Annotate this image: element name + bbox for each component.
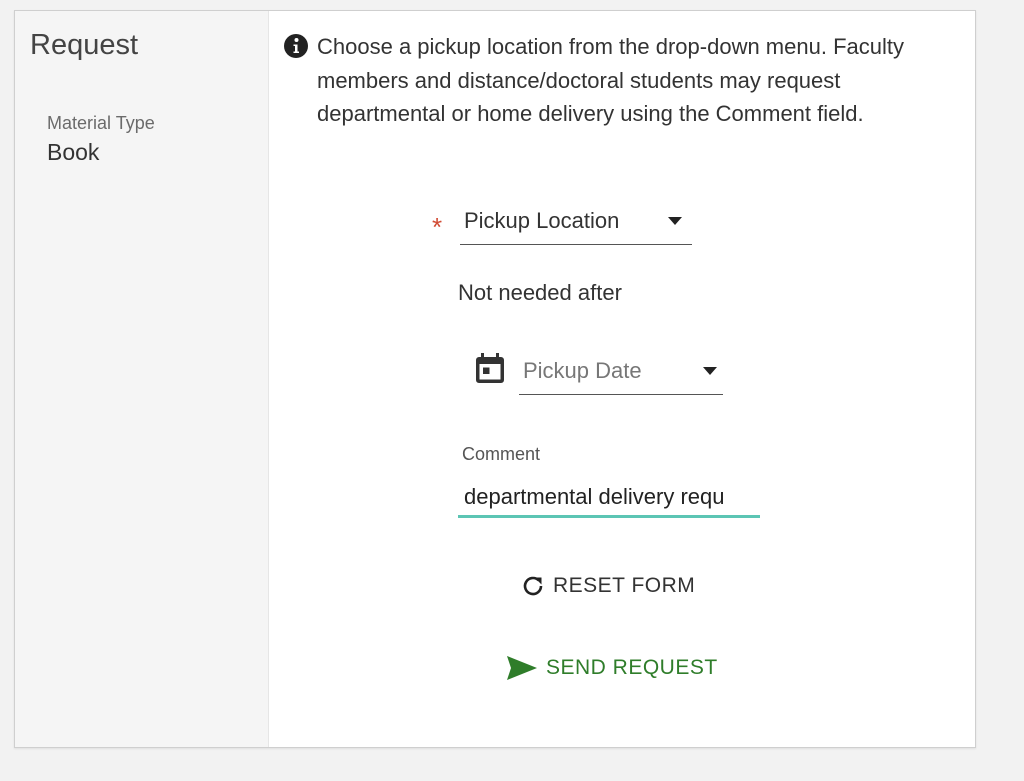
chevron-down-icon (703, 367, 717, 375)
send-request-button[interactable]: SEND REQUEST (506, 655, 718, 681)
send-icon (507, 656, 537, 680)
material-type-label: Material Type (47, 113, 155, 133)
reset-form-label: RESET FORM (553, 574, 696, 597)
pickup-date-select[interactable]: Pickup Date (519, 355, 723, 395)
pickup-location-label: Pickup Location (464, 208, 620, 233)
comment-label: Comment (462, 444, 541, 464)
send-request-label: SEND REQUEST (546, 656, 718, 679)
not-needed-after-label: Not needed after (458, 280, 622, 305)
material-type-value: Book (47, 139, 100, 165)
required-marker: * (432, 212, 443, 242)
calendar-icon[interactable] (473, 351, 507, 385)
sidebar-title: Request (30, 29, 139, 61)
chevron-down-icon (668, 217, 682, 225)
info-text: Choose a pickup location from the drop-d… (317, 34, 904, 126)
pickup-date-placeholder: Pickup Date (523, 358, 642, 383)
request-sidebar: Request Material Type Book (15, 11, 269, 747)
pickup-location-select[interactable]: Pickup Location (460, 205, 692, 245)
comment-input[interactable] (458, 478, 760, 518)
reset-form-button[interactable]: RESET FORM (521, 574, 695, 598)
info-icon (284, 34, 308, 58)
refresh-icon (523, 576, 543, 596)
